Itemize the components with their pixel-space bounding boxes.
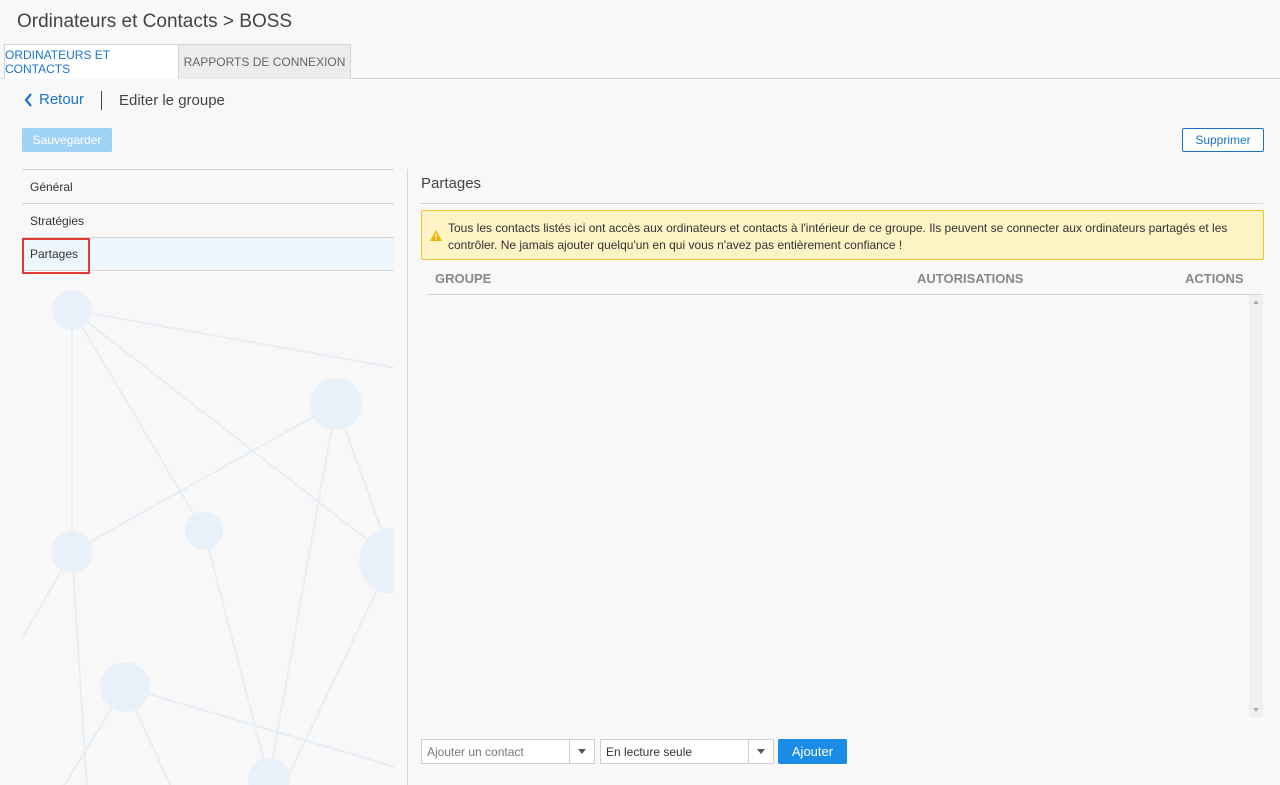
back-label: Retour (39, 91, 85, 108)
table-body (427, 295, 1263, 717)
column-header-group[interactable]: GROUPE (435, 271, 491, 286)
back-link[interactable]: Retour (24, 91, 84, 108)
warning-icon (430, 230, 442, 241)
table-header: GROUPE AUTORISATIONS ACTIONS (427, 262, 1263, 295)
chevron-down-icon (757, 749, 765, 754)
scroll-down-arrow-icon[interactable] (1253, 708, 1259, 712)
permission-value: En lecture seule (606, 744, 693, 759)
selection-highlight (22, 238, 90, 274)
scrollbar[interactable] (1249, 295, 1263, 717)
chevron-down-icon (578, 749, 586, 754)
sidebar-item-general[interactable]: Général (22, 169, 394, 203)
warning-text: Tous les contacts listés ici ont accès a… (448, 221, 1228, 252)
column-header-permissions[interactable]: AUTORISATIONS (917, 271, 1023, 286)
delete-button[interactable]: Supprimer (1182, 128, 1264, 152)
section-title: Partages (421, 175, 482, 192)
sidebar: Général Stratégies Partages (22, 169, 394, 785)
save-button[interactable]: Sauvegarder (22, 128, 112, 152)
permission-select[interactable]: En lecture seule (600, 739, 774, 764)
sidebar-item-label: Général (30, 179, 73, 194)
tab-connection-reports[interactable]: RAPPORTS DE CONNEXION (179, 44, 351, 79)
tab-bar: ORDINATEURS ET CONTACTS RAPPORTS DE CONN… (0, 44, 1280, 79)
add-contact-combobox[interactable]: Ajouter un contact (421, 739, 595, 764)
add-button[interactable]: Ajouter (778, 739, 847, 764)
sidebar-item-strategies[interactable]: Stratégies (22, 203, 394, 237)
page-subtitle: Editer le groupe (119, 92, 225, 109)
add-contact-input[interactable]: Ajouter un contact (427, 745, 524, 759)
panel-divider (407, 169, 408, 785)
chevron-left-icon (24, 92, 32, 107)
separator (101, 91, 102, 110)
scroll-up-arrow-icon[interactable] (1253, 300, 1259, 304)
contact-dropdown-button[interactable] (569, 740, 594, 763)
sidebar-item-label: Stratégies (30, 213, 85, 228)
warning-banner: Tous les contacts listés ici ont accès a… (421, 210, 1264, 260)
network-illustration (22, 290, 394, 785)
permission-dropdown-button[interactable] (748, 740, 773, 763)
tab-computers-contacts[interactable]: ORDINATEURS ET CONTACTS (4, 44, 179, 79)
section-divider (421, 203, 1263, 204)
column-header-actions: ACTIONS (1185, 271, 1244, 286)
sidebar-item-shares[interactable]: Partages (22, 237, 394, 274)
page-title: Ordinateurs et Contacts > BOSS (17, 11, 293, 32)
